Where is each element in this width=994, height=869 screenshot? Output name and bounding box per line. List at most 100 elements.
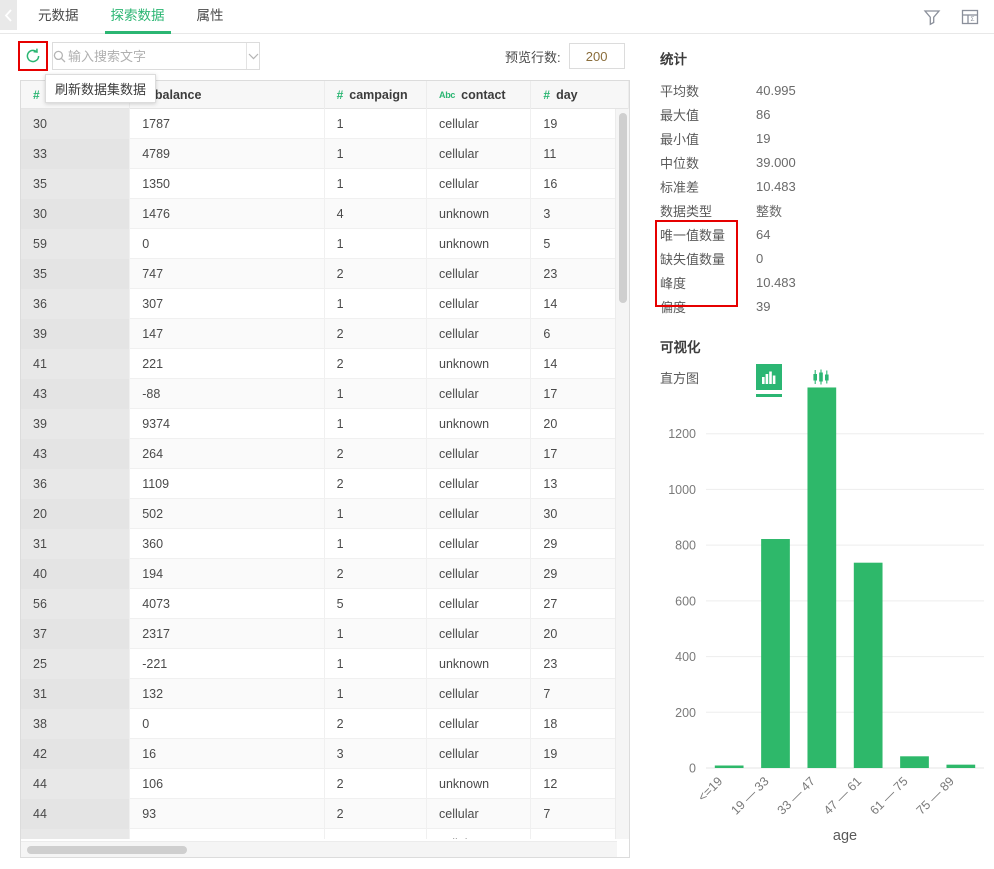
table-cell-contact[interactable]: cellular xyxy=(427,529,532,559)
table-cell-contact[interactable]: cellular xyxy=(427,499,532,529)
table-cell-age[interactable]: 40 xyxy=(21,559,131,589)
table-cell-contact[interactable]: cellular xyxy=(427,829,532,839)
table-cell-campaign[interactable]: 2 xyxy=(325,769,428,799)
table-row[interactable]: 30 1476 4 unknown 3 xyxy=(21,199,629,229)
table-cell-campaign[interactable]: 1 xyxy=(325,649,428,679)
table-row[interactable]: 59 0 1 unknown 5 xyxy=(21,229,629,259)
table-cell-balance[interactable]: 16 xyxy=(130,739,325,769)
table-cell-balance[interactable]: 194 xyxy=(130,559,325,589)
table-cell-age[interactable]: 31 xyxy=(21,529,131,559)
sidebar-collapse-handle[interactable] xyxy=(0,0,17,30)
table-cell-contact[interactable]: unknown xyxy=(427,649,532,679)
table-cell-contact[interactable]: cellular xyxy=(427,679,532,709)
grid-vertical-scroll-thumb[interactable] xyxy=(619,113,627,303)
table-cell-age[interactable]: 39 xyxy=(21,409,131,439)
table-cell-age[interactable]: 25 xyxy=(21,649,131,679)
table-cell-contact[interactable]: cellular xyxy=(427,469,532,499)
table-cell-campaign[interactable]: 2 xyxy=(325,319,428,349)
table-cell-age[interactable]: 20 xyxy=(21,499,131,529)
table-cell-balance[interactable]: 147 xyxy=(130,319,325,349)
table-cell-contact[interactable]: cellular xyxy=(427,169,532,199)
table-cell-balance[interactable]: 502 xyxy=(130,499,325,529)
table-cell-contact[interactable]: unknown xyxy=(427,229,532,259)
chart-bar[interactable] xyxy=(900,756,929,768)
table-cell-campaign[interactable]: 2 xyxy=(325,439,428,469)
table-cell-balance[interactable]: 1350 xyxy=(130,169,325,199)
grid-column-header-balance[interactable]: #balance xyxy=(130,81,325,109)
table-cell-contact[interactable]: cellular xyxy=(427,289,532,319)
table-row[interactable]: 43 264 2 cellular 17 xyxy=(21,439,629,469)
chart-bar[interactable] xyxy=(761,539,790,768)
table-cell-balance[interactable]: 132 xyxy=(130,679,325,709)
grid-column-header-contact[interactable]: Abc contact xyxy=(427,81,532,109)
table-row[interactable]: 39 147 2 cellular 6 xyxy=(21,319,629,349)
table-row[interactable]: 25 -221 1 unknown 23 xyxy=(21,649,629,679)
table-cell-campaign[interactable]: 2 xyxy=(325,829,428,839)
table-cell-age[interactable]: 30 xyxy=(21,199,131,229)
grid-column-header-day[interactable]: # day xyxy=(531,81,629,109)
search-box[interactable] xyxy=(52,42,260,70)
table-cell-age[interactable]: 33 xyxy=(21,139,131,169)
table-row[interactable]: 35 747 2 cellular 23 xyxy=(21,259,629,289)
table-row[interactable]: 44 93 2 cellular 7 xyxy=(21,799,629,829)
table-cell-contact[interactable]: cellular xyxy=(427,439,532,469)
table-cell-campaign[interactable]: 2 xyxy=(325,469,428,499)
table-cell-balance[interactable]: 93 xyxy=(130,799,325,829)
table-cell-age[interactable]: 35 xyxy=(21,169,131,199)
table-cell-balance[interactable]: 4073 xyxy=(130,589,325,619)
table-cell-contact[interactable]: cellular xyxy=(427,589,532,619)
table-cell-contact[interactable]: unknown xyxy=(427,349,532,379)
table-cell-contact[interactable]: cellular xyxy=(427,139,532,169)
table-cell-contact[interactable]: cellular xyxy=(427,319,532,349)
search-dropdown-toggle[interactable] xyxy=(246,43,259,69)
table-cell-age[interactable]: 38 xyxy=(21,709,131,739)
table-row[interactable]: 265422cellular20 xyxy=(21,829,629,839)
table-cell-balance[interactable]: 1109 xyxy=(130,469,325,499)
summary-table-icon[interactable]: Σ xyxy=(960,7,980,27)
chart-bar[interactable] xyxy=(946,764,976,768)
table-cell-age[interactable]: 56 xyxy=(21,589,131,619)
grid-horizontal-scroll-thumb[interactable] xyxy=(27,846,187,854)
table-cell-balance[interactable]: -221 xyxy=(130,649,325,679)
table-cell-balance[interactable]: 0 xyxy=(130,709,325,739)
preview-rows-input[interactable] xyxy=(568,43,625,69)
tab-metadata[interactable]: 元数据 xyxy=(22,0,95,34)
table-cell-campaign[interactable]: 1 xyxy=(325,499,428,529)
table-row[interactable]: 56 4073 5 cellular 27 xyxy=(21,589,629,619)
table-cell-age[interactable]: 37 xyxy=(21,619,131,649)
table-cell-campaign[interactable]: 1 xyxy=(325,229,428,259)
table-row[interactable]: 31 132 1 cellular 7 xyxy=(21,679,629,709)
table-cell-contact[interactable]: cellular xyxy=(427,259,532,289)
table-cell-balance[interactable]: 542 xyxy=(130,829,325,839)
grid-horizontal-scrollbar[interactable] xyxy=(21,841,617,857)
table-cell-campaign[interactable]: 1 xyxy=(325,289,428,319)
table-cell-balance[interactable]: 264 xyxy=(130,439,325,469)
table-cell-contact[interactable]: cellular xyxy=(427,739,532,769)
table-cell-age[interactable]: 35 xyxy=(21,259,131,289)
table-cell-age[interactable]: 59 xyxy=(21,229,131,259)
table-cell-campaign[interactable]: 2 xyxy=(325,259,428,289)
table-cell-age[interactable]: 26 xyxy=(21,829,131,839)
table-row[interactable]: 39 9374 1 unknown 20 xyxy=(21,409,629,439)
table-cell-balance[interactable]: 1787 xyxy=(130,109,325,139)
table-cell-campaign[interactable]: 1 xyxy=(325,529,428,559)
table-cell-campaign[interactable]: 2 xyxy=(325,559,428,589)
table-cell-campaign[interactable]: 3 xyxy=(325,739,428,769)
table-cell-contact[interactable]: cellular xyxy=(427,109,532,139)
table-cell-campaign[interactable]: 1 xyxy=(325,139,428,169)
chart-bar[interactable] xyxy=(853,562,883,768)
table-row[interactable]: 41 221 2 unknown 14 xyxy=(21,349,629,379)
table-cell-campaign[interactable]: 1 xyxy=(325,409,428,439)
table-row[interactable]: 40 194 2 cellular 29 xyxy=(21,559,629,589)
table-cell-balance[interactable]: 360 xyxy=(130,529,325,559)
table-cell-balance[interactable]: 1476 xyxy=(130,199,325,229)
table-row[interactable]: 37 2317 1 cellular 20 xyxy=(21,619,629,649)
chart-bar[interactable] xyxy=(807,387,837,768)
table-cell-balance[interactable]: 221 xyxy=(130,349,325,379)
table-row[interactable]: 33 4789 1 cellular 11 xyxy=(21,139,629,169)
table-cell-campaign[interactable]: 2 xyxy=(325,799,428,829)
table-cell-campaign[interactable]: 2 xyxy=(325,349,428,379)
table-row[interactable]: 30 1787 1 cellular 19 xyxy=(21,109,629,139)
table-cell-campaign[interactable]: 4 xyxy=(325,199,428,229)
table-cell-campaign[interactable]: 2 xyxy=(325,709,428,739)
